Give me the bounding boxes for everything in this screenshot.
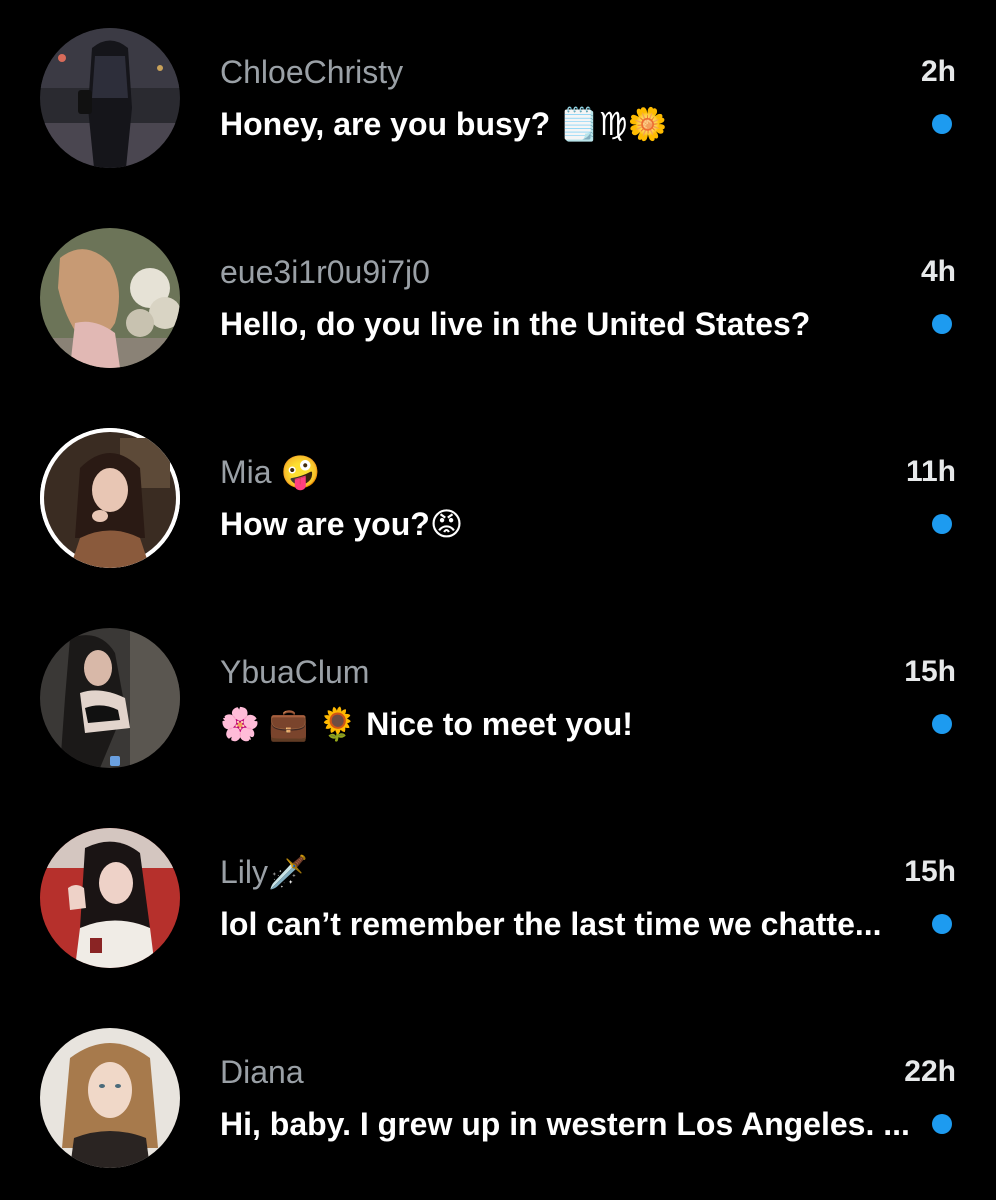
conversation-name: Lily🗡️ [220, 854, 308, 890]
avatar[interactable] [40, 28, 180, 168]
conversation-name: Mia 🤪 [220, 454, 321, 490]
conversation-preview: Honey, are you busy? 🗒️♍🌼 [220, 106, 668, 142]
unread-indicator-icon [932, 114, 952, 134]
conversation-row-eue3i1r0u9i7j0[interactable]: eue3i1r0u9i7j0 4h Hello, do you live in … [0, 200, 996, 400]
conversation-preview: Hello, do you live in the United States? [220, 306, 811, 342]
avatar-photo-icon [40, 1028, 180, 1168]
unread-indicator-icon [932, 914, 952, 934]
unread-indicator-icon [932, 314, 952, 334]
unread-indicator-icon [932, 514, 952, 534]
conversation-time: 2h [920, 55, 956, 88]
avatar[interactable] [40, 228, 180, 368]
avatar[interactable] [40, 628, 180, 768]
avatar-photo-icon [40, 228, 180, 368]
avatar[interactable] [40, 1028, 180, 1168]
avatar[interactable] [40, 828, 180, 968]
avatar-photo-icon [40, 828, 180, 968]
conversation-list: ChloeChristy 2h Honey, are you busy? 🗒️♍… [0, 0, 996, 1200]
conversation-preview: Hi, baby. I grew up in western Los Angel… [220, 1106, 910, 1142]
conversation-preview: 🌸 💼 🌻 Nice to meet you! [220, 706, 633, 742]
unread-indicator-icon [932, 714, 952, 734]
conversation-row-ybuaclum[interactable]: YbuaClum 15h 🌸 💼 🌻 Nice to meet you! [0, 600, 996, 800]
conversation-row-chloechristy[interactable]: ChloeChristy 2h Honey, are you busy? 🗒️♍… [0, 0, 996, 200]
conversation-name: eue3i1r0u9i7j0 [220, 254, 430, 290]
conversation-row-lily[interactable]: Lily🗡️ 15h lol can’t remember the last t… [0, 800, 996, 1000]
conversation-time: 4h [920, 255, 956, 288]
conversation-time: 15h [904, 855, 956, 888]
conversation-name: YbuaClum [220, 654, 370, 690]
avatar-photo-icon [40, 28, 180, 168]
conversation-name: Diana [220, 1054, 304, 1090]
conversation-name: ChloeChristy [220, 54, 404, 90]
conversation-time: 15h [904, 655, 956, 688]
conversation-time: 22h [904, 1055, 956, 1088]
unread-indicator-icon [932, 1114, 952, 1134]
conversation-time: 11h [905, 455, 956, 488]
conversation-preview: lol can’t remember the last time we chat… [220, 906, 882, 942]
conversation-row-diana[interactable]: Diana 22h Hi, baby. I grew up in western… [0, 1000, 996, 1200]
conversation-row-mia[interactable]: Mia 🤪 11h How are you?😡 [0, 400, 996, 600]
avatar-photo-icon [40, 628, 180, 768]
avatar-photo-icon [40, 428, 180, 568]
conversation-preview: How are you?😡 [220, 506, 464, 542]
avatar[interactable] [40, 428, 180, 568]
